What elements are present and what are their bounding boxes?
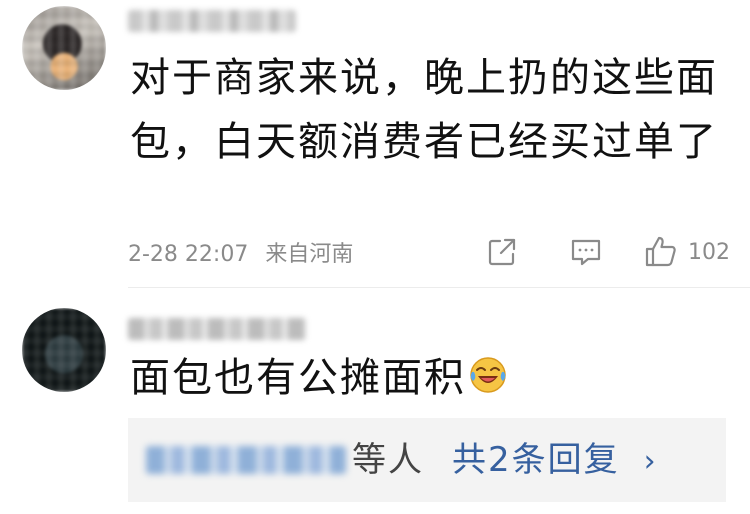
replies-summary: 等人 共2条回复 › — [352, 418, 656, 502]
comment-item: 对于商家来说，晚上扔的这些面包，白天额消费者已经买过单了 2-28 22:07 … — [0, 0, 750, 288]
view-replies-button[interactable]: 等人 共2条回复 › — [128, 418, 726, 502]
comment-item: 面包也有公摊面积 等人 共2条回复 › — [0, 288, 750, 514]
comment-timestamp: 2-28 22:07 — [128, 242, 249, 267]
thumbs-up-icon — [645, 236, 676, 267]
replier-names-blurred[interactable] — [146, 446, 346, 474]
like-count: 102 — [688, 239, 730, 265]
username-blurred[interactable] — [128, 10, 296, 32]
replies-suffix: 等人 — [352, 440, 424, 480]
laughing-crying-emoji-icon — [470, 357, 506, 393]
avatar[interactable] — [22, 308, 106, 392]
avatar[interactable] — [22, 6, 106, 90]
replies-count-link[interactable]: 共2条回复 — [452, 440, 620, 480]
comment-actions: 102 — [486, 232, 730, 272]
like-button[interactable]: 102 — [644, 235, 730, 269]
comment-list: 对于商家来说，晚上扔的这些面包，白天额消费者已经买过单了 2-28 22:07 … — [0, 0, 750, 514]
comment-text-body: 面包也有公摊面积 — [130, 355, 466, 401]
comment-location: 来自河南 — [265, 242, 354, 267]
avatar-image-blurred — [22, 308, 106, 392]
comment-icon — [571, 239, 601, 266]
comment-text: 面包也有公摊面积 — [130, 346, 730, 410]
comment-meta: 2-28 22:07 来自河南 — [128, 236, 353, 268]
share-icon — [488, 238, 516, 266]
comment-text: 对于商家来说，晚上扔的这些面包，白天额消费者已经买过单了 — [130, 55, 718, 165]
chevron-right-icon: › — [643, 444, 656, 479]
reply-button[interactable] — [570, 237, 602, 267]
share-button[interactable] — [486, 236, 518, 268]
avatar-image-blurred — [22, 6, 106, 90]
username-blurred[interactable] — [128, 318, 306, 340]
